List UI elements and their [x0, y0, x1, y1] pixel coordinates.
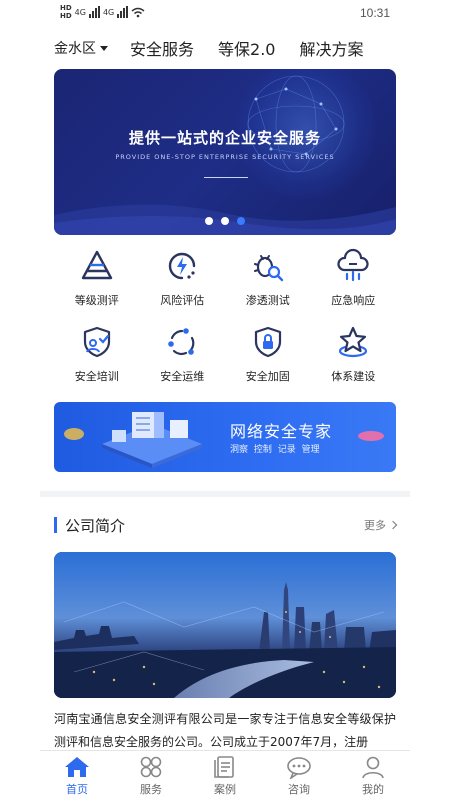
service-grid: 等级测评 风险评估 渗透测试 应急响应 安全培训 安全运维 安全加固 体系建设	[54, 246, 396, 384]
tab-label: 我的	[362, 783, 384, 796]
shield-user-icon	[77, 322, 117, 362]
tab-consult[interactable]: 咨询	[262, 751, 336, 800]
bug-search-icon	[248, 246, 288, 286]
region-label: 金水区	[54, 41, 96, 57]
more-label: 更多	[364, 519, 386, 532]
hd-indicator: HD HD	[60, 4, 72, 20]
chat-icon	[285, 754, 313, 780]
home-icon	[63, 754, 91, 780]
bottom-tab-bar: 首页 服务 案例 咨询 我的	[40, 750, 410, 800]
more-link[interactable]: 更多	[364, 517, 398, 533]
nav-dengbao[interactable]: 等保2.0	[218, 36, 275, 60]
isometric-illustration	[64, 412, 202, 468]
service-label: 安全加固	[245, 370, 290, 383]
company-photo	[54, 552, 396, 698]
service-label: 应急响应	[331, 294, 376, 307]
status-bar: HD HD 4G 4G 10:31	[0, 0, 450, 28]
region-selector[interactable]: 金水区	[54, 38, 108, 58]
tab-label: 咨询	[288, 783, 310, 796]
tab-label: 服务	[140, 783, 162, 796]
wifi-icon	[131, 7, 145, 17]
carousel-dot[interactable]	[205, 217, 213, 225]
banner-subtitle: PROVIDE ONE-STOP ENTERPRISE SECURITY SER…	[115, 153, 335, 161]
chevron-right-icon	[388, 520, 398, 530]
tab-label: 首页	[66, 783, 88, 796]
service-item-risk-assessment[interactable]: 风险评估	[140, 246, 226, 308]
tab-cases[interactable]: 案例	[188, 751, 262, 800]
banner-divider	[204, 177, 248, 178]
status-icons: HD HD 4G 4G	[60, 4, 145, 20]
signal-icon	[88, 6, 100, 18]
carousel-dot[interactable]	[221, 217, 229, 225]
pyramid-icon	[77, 246, 117, 286]
top-nav: 金水区 安全服务 等保2.0 解决方案	[54, 34, 396, 62]
tab-profile[interactable]: 我的	[336, 751, 410, 800]
hero-banner[interactable]: 提供一站式的企业安全服务 PROVIDE ONE-STOP ENTERPRISE…	[54, 69, 396, 235]
network-label: 4G	[74, 7, 86, 17]
decorative-shape	[358, 431, 384, 441]
service-label: 安全培训	[74, 370, 119, 383]
service-label: 安全运维	[160, 370, 205, 383]
promo-title: 网络安全专家	[230, 422, 333, 441]
section-title: 公司简介	[65, 516, 126, 535]
service-label: 渗透测试	[245, 294, 290, 307]
star-icon	[333, 322, 373, 362]
caret-down-icon	[100, 45, 108, 51]
promo-banner[interactable]: 网络安全专家 洞察 控制 记录 管理	[54, 402, 396, 472]
tab-label: 案例	[214, 783, 236, 796]
section-accent-bar	[54, 517, 57, 533]
tab-home[interactable]: 首页	[40, 751, 114, 800]
cloud-alert-icon	[333, 246, 373, 286]
nav-security-services[interactable]: 安全服务	[130, 36, 194, 60]
nav-solutions[interactable]: 解决方案	[299, 36, 363, 60]
service-label: 等级测评	[74, 294, 119, 307]
carousel-dots	[54, 217, 396, 225]
service-label: 体系建设	[331, 370, 376, 383]
company-intro-text: 河南宝通信息安全测评有限公司是一家专注于信息安全等级保护测评和信息安全服务的公司…	[54, 712, 396, 749]
network-label: 4G	[102, 7, 115, 17]
service-item-hardening[interactable]: 安全加固	[225, 322, 311, 384]
services-icon	[137, 754, 165, 780]
carousel-dot-active[interactable]	[237, 217, 245, 225]
shield-lock-icon	[248, 322, 288, 362]
service-item-system-building[interactable]: 体系建设	[311, 322, 397, 384]
cases-icon	[211, 754, 239, 780]
service-item-security-training[interactable]: 安全培训	[54, 322, 140, 384]
service-item-emergency-response[interactable]: 应急响应	[311, 246, 397, 308]
section-divider	[40, 491, 410, 497]
lightning-gauge-icon	[162, 246, 202, 286]
promo-tagline: 洞察 控制 记录 管理	[230, 445, 320, 455]
signal-icon	[117, 6, 129, 18]
banner-wave	[54, 204, 396, 235]
clock: 10:31	[359, 6, 390, 20]
service-item-level-assessment[interactable]: 等级测评	[54, 246, 140, 308]
banner-title: 提供一站式的企业安全服务	[128, 129, 321, 147]
service-label: 风险评估	[160, 294, 205, 307]
service-item-penetration-test[interactable]: 渗透测试	[225, 246, 311, 308]
cycle-icon	[162, 322, 202, 362]
company-section-header: 公司简介 更多	[54, 514, 398, 536]
user-icon	[359, 754, 387, 780]
tab-services[interactable]: 服务	[114, 751, 188, 800]
service-item-security-ops[interactable]: 安全运维	[140, 322, 226, 384]
